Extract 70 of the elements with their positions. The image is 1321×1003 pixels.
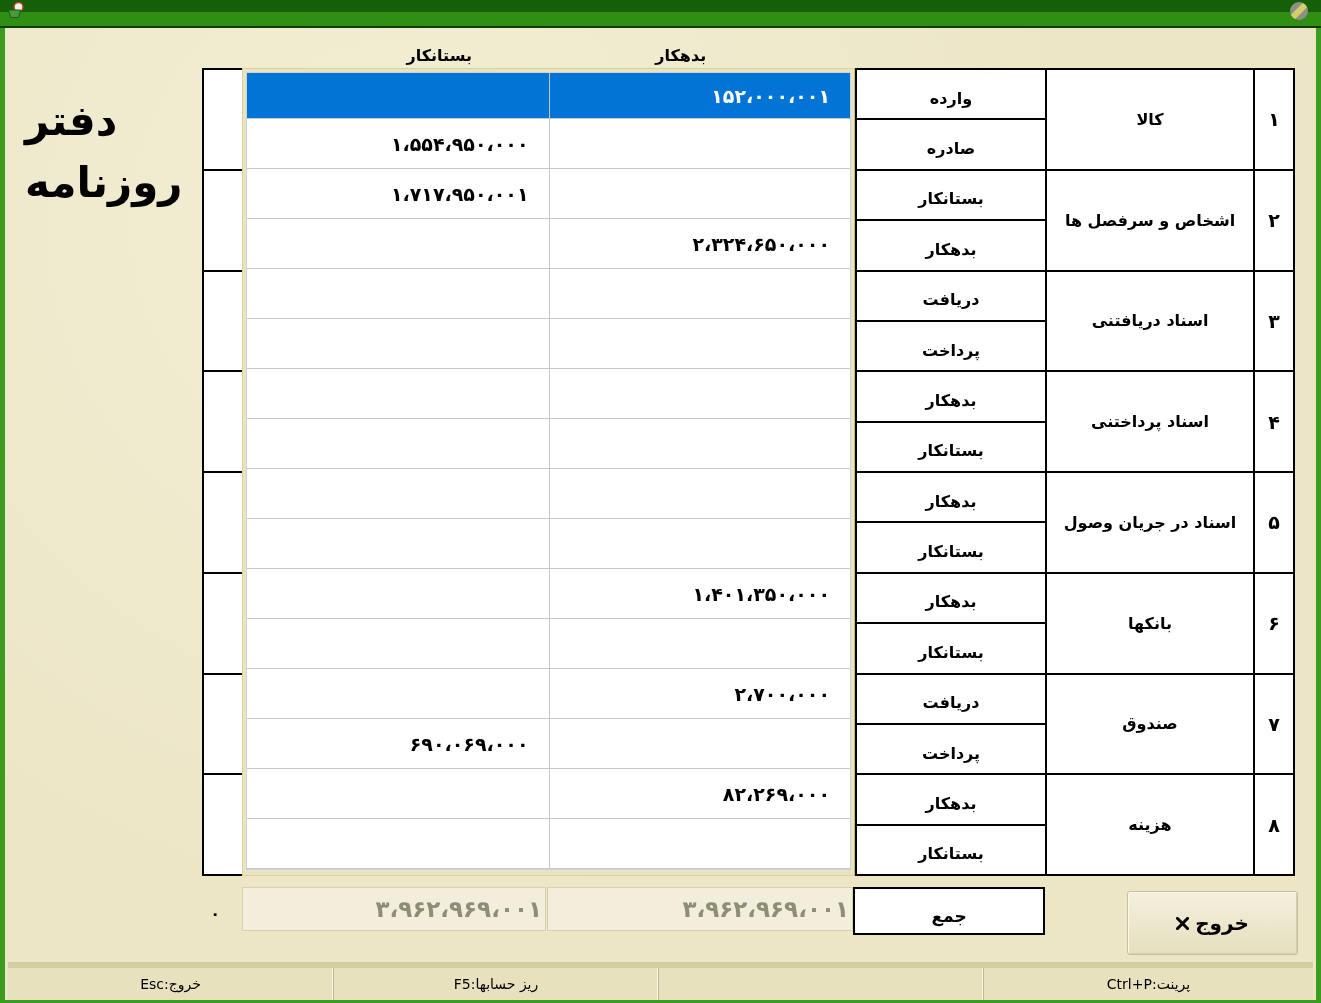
status-text: پرینت:Ctrl+P (1106, 976, 1191, 992)
table-cell: ۱۵۲،۰۰۰،۰۰۱ (548, 73, 850, 118)
table-row[interactable] (247, 619, 850, 669)
table-row[interactable] (247, 519, 850, 569)
row-number-cell: ۴ (1253, 372, 1293, 471)
table-row[interactable] (247, 419, 850, 469)
entry-type-cell: بستانکار (857, 823, 1045, 874)
row-number-cell: ۳ (1253, 271, 1293, 371)
row-number-cell: ۸ (1253, 775, 1293, 874)
entry-type-cell-text: دریافت (921, 289, 981, 312)
total-field: ۳،۹۶۲،۹۶۹،۰۰۱ (242, 887, 546, 931)
table-cell: ۲،۳۲۴،۶۵۰،۰۰۰ (548, 219, 850, 268)
account-name-cell: اسناد در جریان وصول (1045, 473, 1253, 572)
close-icon (1176, 916, 1190, 930)
table-row[interactable]: ۱،۴۰۱،۳۵۰،۰۰۰ (247, 569, 850, 619)
table-cell: ۲،۷۰۰،۰۰۰ (548, 669, 850, 718)
status-text: ریز حسابها:F5 (453, 976, 539, 992)
row-number-cell: ۷ (1253, 674, 1293, 774)
entry-type-cell: بستانکار (857, 622, 1045, 673)
account-name-cell: اشخاص و سرفصل ها (1045, 170, 1253, 270)
column-header: بدهکار (653, 46, 708, 65)
entry-type-cell: بدهکار (857, 219, 1045, 270)
table-row[interactable]: ۱،۵۵۴،۹۵۰،۰۰۰ (247, 119, 850, 169)
entry-type-cell-text: بدهکار (923, 591, 978, 614)
row-number-cell: ۲ (1253, 170, 1293, 270)
table-row[interactable]: ۱،۷۱۷،۹۵۰،۰۰۱ (247, 169, 850, 219)
entry-type-cell: صادره (857, 118, 1045, 169)
entry-type-cell: پرداخت (857, 319, 1045, 371)
account-name-cell: هزینه (1045, 775, 1253, 874)
account-name-cell: بانکها (1045, 573, 1253, 673)
basket-icon (8, 2, 24, 18)
total-value: ۰ (210, 904, 220, 923)
table-cell-text: ۶۹۰،۰۶۹،۰۰۰ (408, 731, 530, 757)
account-name-cell: اسناد پرداختنی (1045, 372, 1253, 471)
table-row[interactable] (247, 369, 850, 419)
entry-type-cell: پرداخت (857, 722, 1045, 774)
striped-disc-icon[interactable] (1290, 2, 1308, 20)
table-row[interactable]: ۶۹۰،۰۶۹،۰۰۰ (247, 719, 850, 769)
entry-type-cell-text: بدهکار (923, 389, 978, 412)
table-row[interactable] (247, 469, 850, 519)
table-row[interactable]: ۲،۷۰۰،۰۰۰ (247, 669, 850, 719)
entry-type-cell-text: بدهکار (923, 490, 978, 513)
table-cell: ۸۲،۲۶۹،۰۰۰ (548, 769, 850, 818)
row-number-cell: ۵ (1253, 473, 1293, 572)
table-row[interactable] (247, 269, 850, 319)
table-row[interactable] (247, 819, 850, 869)
table-row[interactable]: ۲،۳۲۴،۶۵۰،۰۰۰ (247, 219, 850, 269)
account-name-cell: اسناد دریافتنی (1045, 271, 1253, 371)
entry-type-cell-text: بدهکار (923, 792, 978, 815)
entry-type-cell-text: بستانکار (916, 188, 985, 211)
total-field: ۳،۹۶۲،۹۶۹،۰۰۱ (547, 887, 853, 931)
exit-button[interactable]: خروج (1127, 891, 1298, 955)
total-label-cell: جمع (853, 887, 1045, 935)
account-name-cell: صندوق (1045, 674, 1253, 774)
account-name-cell: کالا (1045, 70, 1253, 169)
table-row[interactable] (247, 319, 850, 369)
row-number-cell: ۱ (1253, 70, 1293, 169)
table-row[interactable]: ۸۲،۲۶۹،۰۰۰ (247, 769, 850, 819)
table-cell: ۱،۴۰۱،۳۵۰،۰۰۰ (548, 569, 850, 618)
entry-type-cell-text: وارده (928, 87, 974, 110)
entry-type-cell-text: دریافت (921, 692, 981, 715)
row-number-cell: ۶ (1253, 573, 1293, 673)
column-header: بستانکار (404, 46, 473, 65)
entry-type-cell: بستانکار (857, 420, 1045, 471)
status-text: خروج:Esc (140, 976, 201, 992)
entry-type-cell: بستانکار (857, 521, 1045, 572)
page-title: دفتر روزنامه (25, 95, 184, 210)
table-row[interactable]: ۱۵۲،۰۰۰،۰۰۱ (247, 73, 850, 119)
table-cell-text: ۱،۷۱۷،۹۵۰،۰۰۱ (389, 181, 530, 207)
table-cell-text: ۱،۵۵۴،۹۵۰،۰۰۰ (389, 131, 530, 157)
